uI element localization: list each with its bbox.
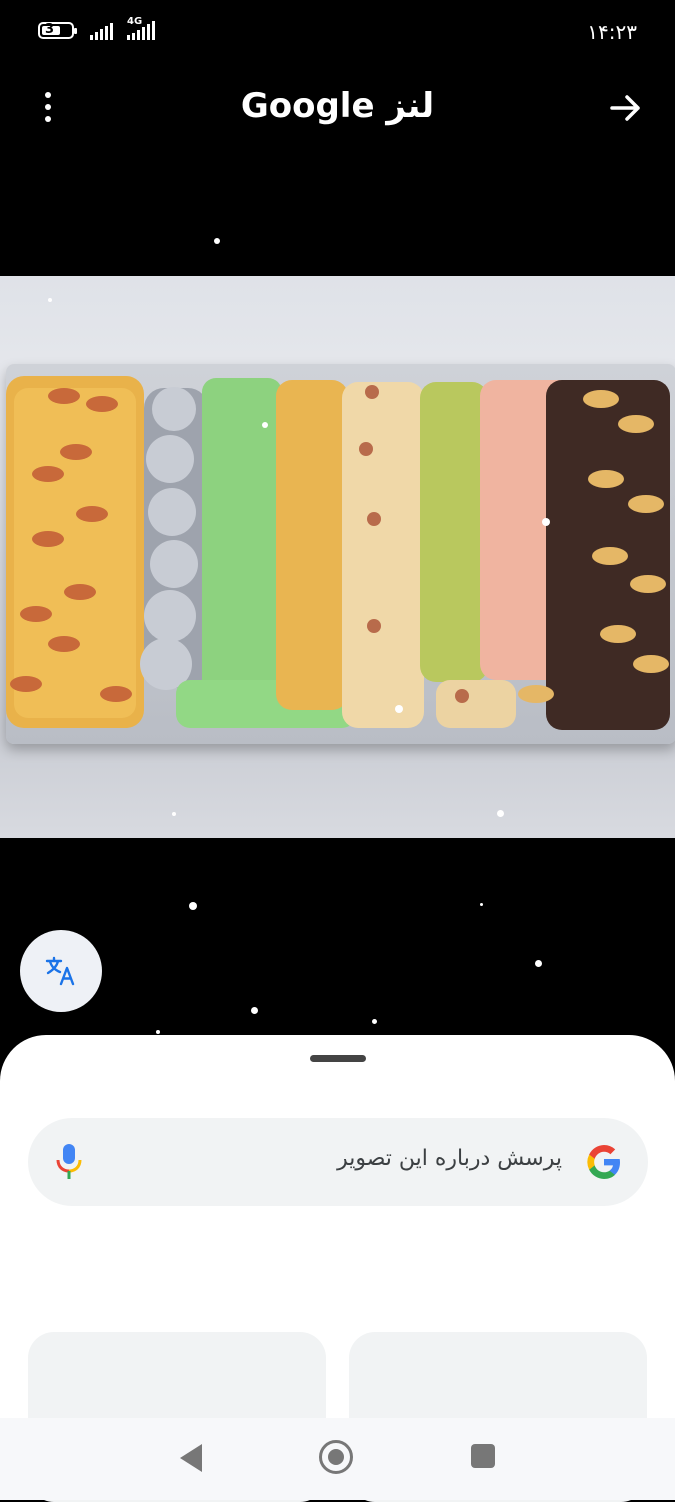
- search-image[interactable]: [0, 276, 675, 838]
- sparkle-dot: [251, 1007, 258, 1014]
- sparkle-dot: [189, 902, 197, 910]
- search-bar[interactable]: پرسش درباره این تصویر: [28, 1118, 648, 1206]
- recent-apps-icon[interactable]: [471, 1444, 495, 1468]
- signal-strength-icon: [90, 22, 113, 40]
- sparkle-dot: [497, 810, 504, 817]
- sparkle-dot: [395, 705, 403, 713]
- sparkle-dot: [48, 298, 52, 302]
- cookie-column-silver: [140, 387, 208, 690]
- home-icon[interactable]: [319, 1440, 353, 1474]
- sparkle-dot: [156, 1030, 160, 1034]
- translate-button[interactable]: [20, 930, 102, 1012]
- battery-level: 3: [45, 22, 55, 37]
- sparkle-dot: [535, 960, 542, 967]
- cookie-tray: [6, 364, 675, 744]
- sparkle-dot: [214, 238, 220, 244]
- page-title: Google لنز: [240, 86, 435, 126]
- clock: ۱۴:۲۳: [587, 20, 637, 44]
- cookie-column-cream: [342, 382, 424, 728]
- signal-strength-icon-2: [127, 21, 155, 40]
- search-placeholder[interactable]: پرسش درباره این تصویر: [337, 1146, 562, 1171]
- cookie-column-yellow: [276, 380, 348, 710]
- back-icon[interactable]: [178, 1442, 204, 1474]
- sparkle-dot: [372, 1019, 377, 1024]
- system-nav-bar: [0, 1418, 675, 1500]
- sparkle-dot: [480, 903, 483, 906]
- mic-icon[interactable]: [54, 1142, 84, 1182]
- cookie-column-orange: [6, 376, 144, 728]
- battery-icon: 3: [38, 22, 77, 39]
- translate-icon: [45, 956, 75, 986]
- sparkle-dot: [172, 812, 176, 816]
- sheet-drag-handle[interactable]: [310, 1055, 366, 1062]
- sparkle-dot: [542, 518, 550, 526]
- sparkle-dot: [262, 422, 268, 428]
- status-bar: 3 4G ۱۴:۲۳: [0, 0, 675, 62]
- share-arrow-icon[interactable]: [609, 92, 643, 124]
- google-logo-icon: [587, 1145, 620, 1179]
